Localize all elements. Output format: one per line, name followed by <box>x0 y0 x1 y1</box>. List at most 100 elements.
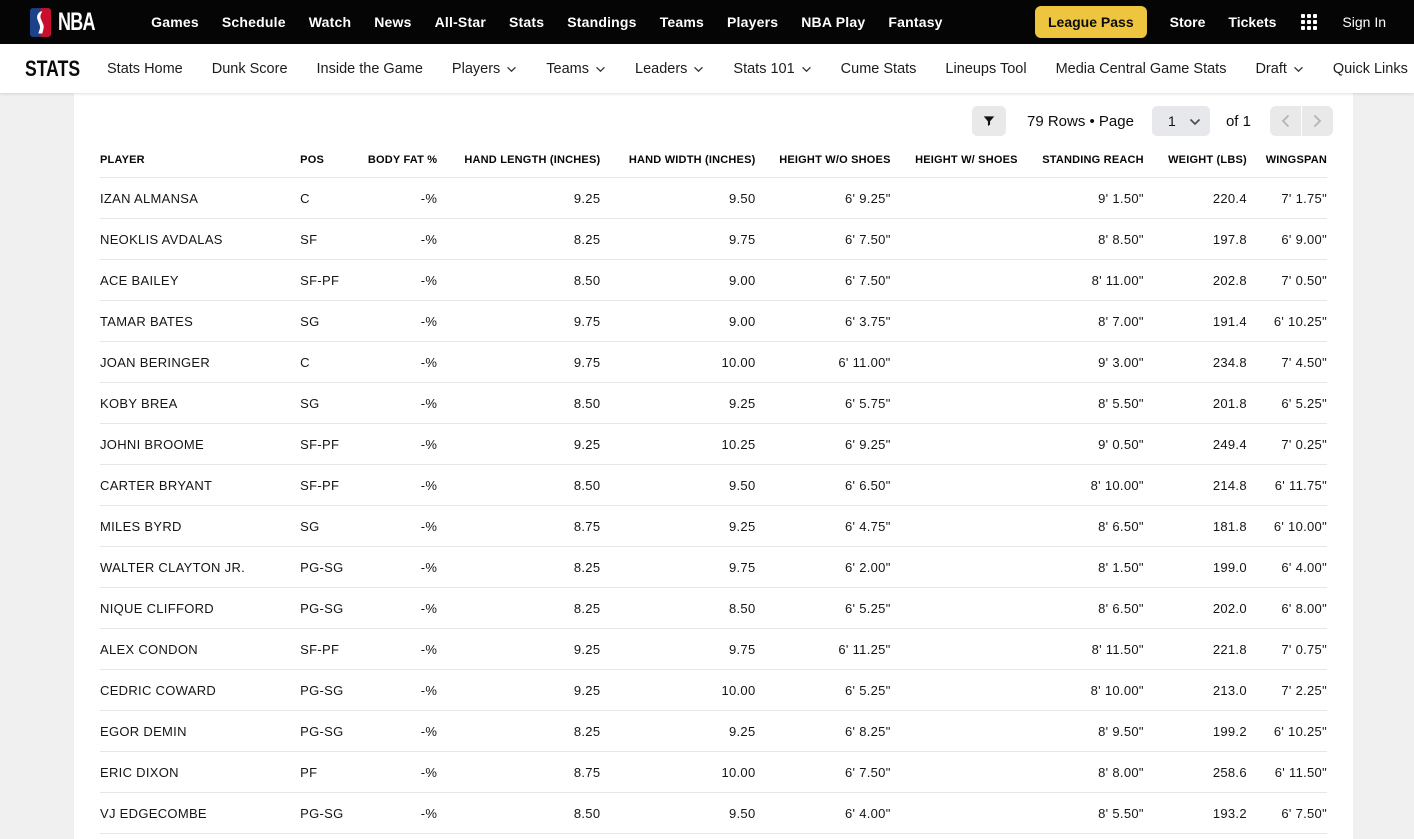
filter-button[interactable] <box>971 106 1006 136</box>
column-header-standing_reach[interactable]: STANDING REACH <box>1017 141 1144 178</box>
top-nav-item-watch[interactable]: Watch <box>305 8 355 36</box>
player-name-link[interactable]: VJ EDGECOMBE <box>100 792 301 834</box>
sub-nav-item-lineups-tool[interactable]: Lineups Tool <box>945 61 1026 77</box>
table-row: VJ EDGECOMBE PG-SG -% 8.50 9.50 6' 4.00" 8' 5.… <box>100 792 1327 834</box>
cell-wingspan: 6' 11.75" <box>1246 464 1327 506</box>
top-nav-item-schedule[interactable]: Schedule <box>218 8 290 36</box>
sub-nav-item-stats-101[interactable]: Stats 101 <box>733 61 811 77</box>
stats-logo[interactable]: STATS <box>25 56 80 82</box>
player-name-link[interactable]: ACE BAILEY <box>100 259 301 301</box>
cell-wingspan: 6' 10.00" <box>1246 505 1327 547</box>
cell-pos: C <box>300 341 363 383</box>
sub-nav-item-players[interactable]: Players <box>452 61 517 77</box>
cell-weight_lbs: 258.6 <box>1143 751 1247 793</box>
cell-hand_length_in: 8.50 <box>437 464 601 506</box>
player-name-link[interactable]: CEDRIC COWARD <box>100 669 301 711</box>
top-nav-item-stats[interactable]: Stats <box>505 8 548 36</box>
player-name-link[interactable]: TAMAR BATES <box>100 300 301 342</box>
cell-height_wo_shoes: 6' 7.50" <box>755 259 891 301</box>
sub-nav-item-quick-links[interactable]: Quick Links <box>1333 61 1408 77</box>
player-name-link[interactable]: ERIC DIXON <box>100 751 301 793</box>
column-header-weight_lbs[interactable]: WEIGHT (LBS) <box>1143 141 1247 178</box>
column-header-height_wo_shoes[interactable]: HEIGHT W/O SHOES <box>755 141 891 178</box>
top-nav-item-fantasy[interactable]: Fantasy <box>884 8 946 36</box>
cell-weight_lbs: 201.8 <box>1143 382 1247 424</box>
column-header-pos[interactable]: POS <box>300 141 363 178</box>
player-name-link[interactable]: ALEX CONDON <box>100 628 301 670</box>
sub-nav-item-inside-the-game[interactable]: Inside the Game <box>317 61 423 77</box>
cell-body_fat_pct: -% <box>362 628 438 670</box>
sub-nav-item-teams[interactable]: Teams <box>546 61 606 77</box>
player-name-link[interactable]: CARTER BRYANT <box>100 464 301 506</box>
top-nav-item-standings[interactable]: Standings <box>563 8 640 36</box>
top-nav-item-nba-play[interactable]: NBA Play <box>797 8 869 36</box>
column-header-body_fat_pct[interactable]: BODY FAT % <box>362 141 438 178</box>
cell-pos: C <box>300 177 363 219</box>
cell-height_w_shoes <box>890 669 1018 711</box>
table-row: NEOKLIS AVDALAS SF -% 8.25 9.75 6' 7.50" 8' 8.… <box>100 218 1327 260</box>
cell-wingspan: 6' 7.50" <box>1246 792 1327 834</box>
player-name-link[interactable]: KOBY BREA <box>100 382 301 424</box>
player-name-link[interactable]: MILES BYRD <box>100 505 301 547</box>
cell-height_w_shoes <box>890 259 1018 301</box>
page-select-value: 1 <box>1167 113 1176 129</box>
column-header-player[interactable]: PLAYER <box>100 141 301 178</box>
nba-logo[interactable]: NBA <box>30 8 109 37</box>
sign-in-link[interactable]: Sign In <box>1342 14 1386 30</box>
page-next-button[interactable] <box>1302 106 1333 136</box>
cell-hand_length_in: 8.25 <box>437 546 601 588</box>
page-prev-button[interactable] <box>1270 106 1301 136</box>
cell-height_wo_shoes: 6' 9.25" <box>755 423 891 465</box>
player-name-link[interactable]: JOAN BERINGER <box>100 341 301 383</box>
sub-nav-item-cume-stats[interactable]: Cume Stats <box>841 61 917 77</box>
tickets-link[interactable]: Tickets <box>1228 14 1276 30</box>
cell-standing_reach: 8' 9.50" <box>1017 710 1144 752</box>
cell-height_wo_shoes: 6' 7.50" <box>755 751 891 793</box>
page-select[interactable]: 1 <box>1151 106 1210 136</box>
cell-hand_length_in: 9.25 <box>437 669 601 711</box>
cell-height_w_shoes <box>890 628 1018 670</box>
player-name-link[interactable]: NIQUE CLIFFORD <box>100 587 301 629</box>
column-header-wingspan[interactable]: WINGSPAN <box>1246 141 1327 178</box>
player-name-link[interactable]: NEOKLIS AVDALAS <box>100 218 301 260</box>
cell-pos: PG-SG <box>300 587 363 629</box>
player-name-link[interactable]: WALTER CLAYTON JR. <box>100 546 301 588</box>
sub-nav-item-dunk-score[interactable]: Dunk Score <box>212 61 288 77</box>
sub-nav-item-draft[interactable]: Draft <box>1255 61 1303 77</box>
table-toolbar: 79 Rows • Page 1 of 1 <box>74 93 1353 137</box>
top-nav-right: League Pass Store Tickets Sign In <box>1035 6 1386 38</box>
pagination <box>1270 106 1333 136</box>
table-header-row: PLAYER POS BODY FAT % HAND LENGTH (INCHES) H… <box>100 141 1327 178</box>
chevron-down-icon <box>693 66 704 73</box>
cell-height_w_shoes <box>890 218 1018 260</box>
cell-standing_reach: 9' 1.50" <box>1017 177 1144 219</box>
player-name-link[interactable]: IZAN ALMANSA <box>100 177 301 219</box>
sub-nav-item-label: Cume Stats <box>840 60 917 77</box>
top-nav-item-teams[interactable]: Teams <box>656 8 708 36</box>
cell-weight_lbs: 202.0 <box>1143 587 1247 629</box>
player-name-link[interactable]: EGOR DEMIN <box>100 710 301 752</box>
cell-height_w_shoes <box>890 341 1018 383</box>
column-header-hand_width_in[interactable]: HAND WIDTH (INCHES) <box>600 141 756 178</box>
app-grid-icon[interactable] <box>1299 12 1319 32</box>
cell-height_wo_shoes: 6' 4.75" <box>755 505 891 547</box>
filter-icon <box>982 114 996 128</box>
top-nav-item-news[interactable]: News <box>370 8 415 36</box>
sub-nav-items: Stats Home Dunk Score Inside the Game Playe… <box>107 61 1414 77</box>
sub-nav-item-leaders[interactable]: Leaders <box>635 61 704 77</box>
sub-nav-item-stats-home[interactable]: Stats Home <box>107 61 183 77</box>
player-name-link[interactable]: JOHNI BROOME <box>100 423 301 465</box>
column-header-hand_length_in[interactable]: HAND LENGTH (INCHES) <box>437 141 601 178</box>
cell-body_fat_pct: -% <box>362 300 438 342</box>
column-header-height_w_shoes[interactable]: HEIGHT W/ SHOES <box>890 141 1018 178</box>
table-body: IZAN ALMANSA C -% 9.25 9.50 6' 9.25" 9' 1.50" 2… <box>100 177 1327 834</box>
top-nav-item-all-star[interactable]: All-Star <box>431 8 490 36</box>
sub-nav-item-media-central-game-stats[interactable]: Media Central Game Stats <box>1056 61 1227 77</box>
cell-height_wo_shoes: 6' 5.25" <box>755 669 891 711</box>
cell-body_fat_pct: -% <box>362 177 438 219</box>
league-pass-button[interactable]: League Pass <box>1035 6 1147 38</box>
store-link[interactable]: Store <box>1170 14 1206 30</box>
top-nav-item-games[interactable]: Games <box>147 8 203 36</box>
cell-pos: SG <box>300 300 363 342</box>
top-nav-item-players[interactable]: Players <box>723 8 782 36</box>
